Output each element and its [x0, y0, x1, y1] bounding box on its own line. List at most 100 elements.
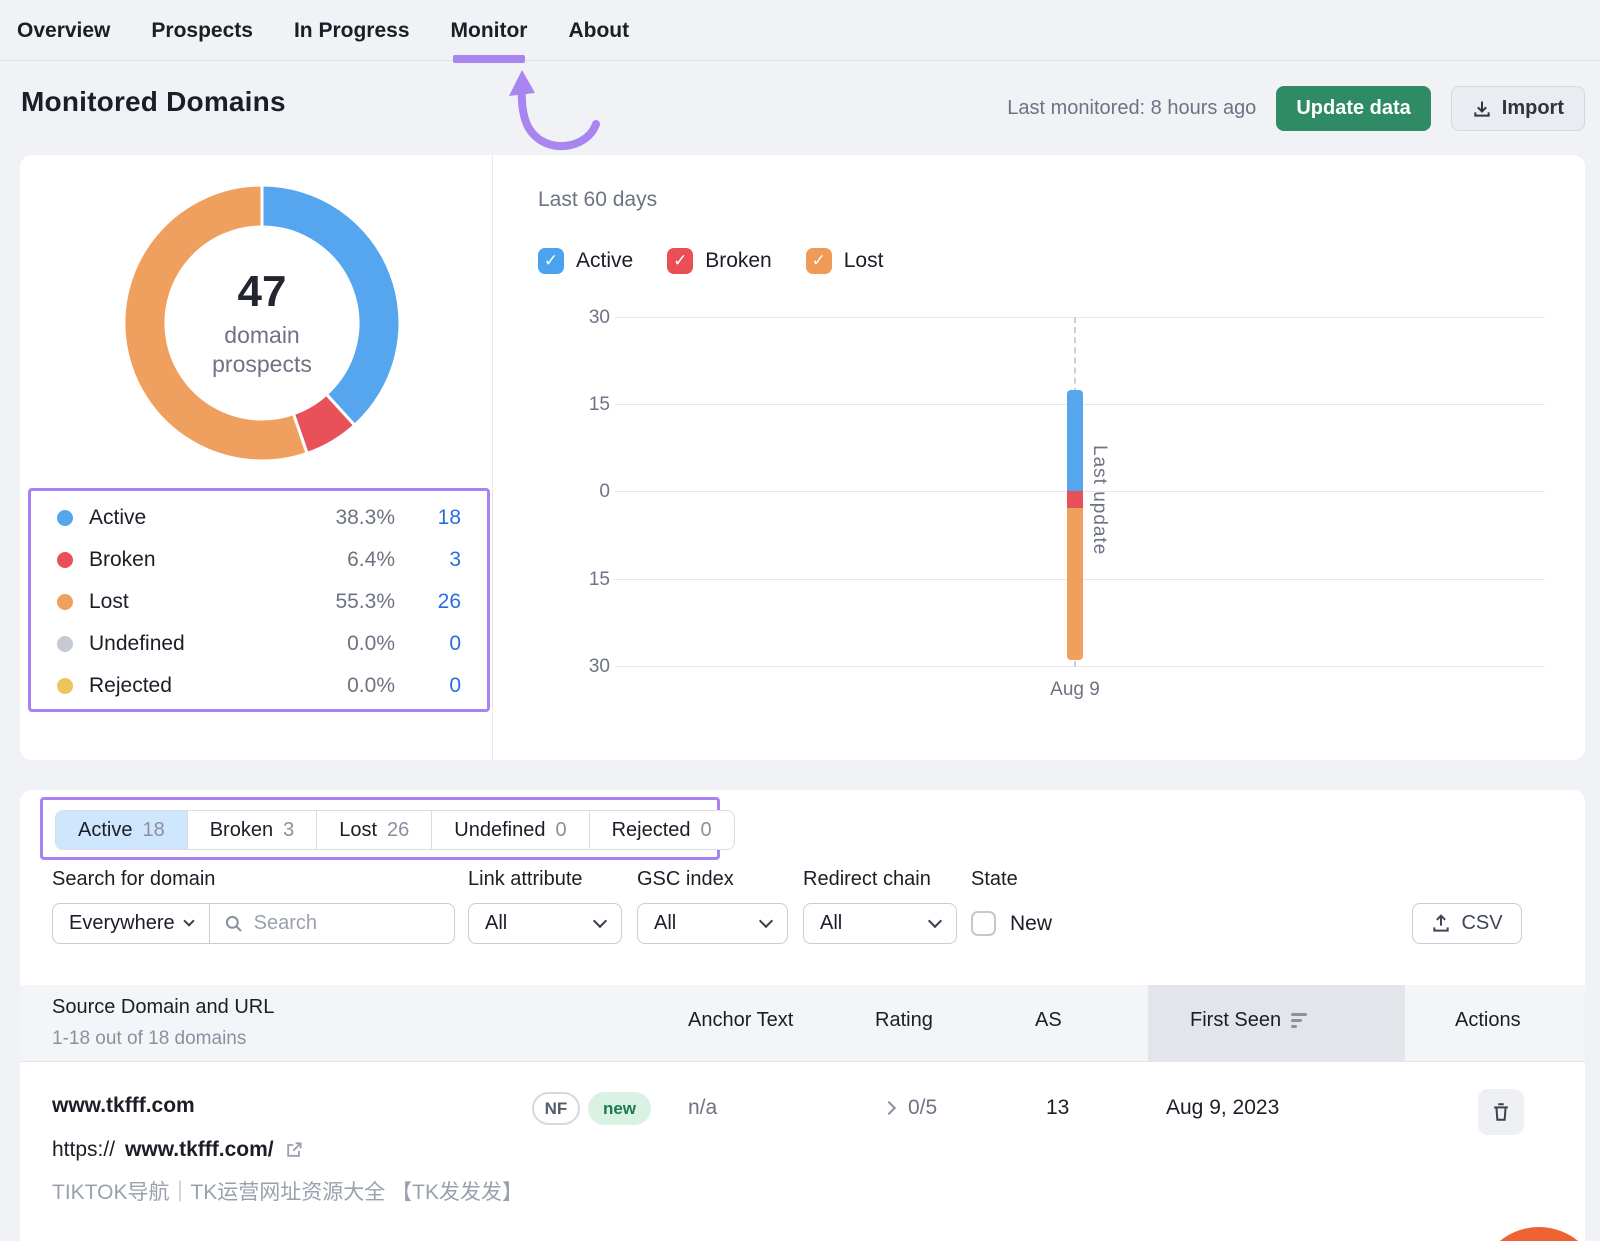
trend-filter-broken[interactable]: Broken — [667, 248, 772, 274]
broken-dot-icon — [57, 552, 73, 568]
tab-count: 0 — [555, 819, 566, 842]
search-icon — [224, 914, 244, 934]
tab-active[interactable]: Active 18 — [56, 811, 188, 849]
row-url-link[interactable]: https://www.tkfff.com/ — [52, 1138, 304, 1162]
trend-filter-active[interactable]: Active — [538, 248, 633, 274]
legend-count-link[interactable]: 0 — [395, 674, 461, 698]
table-row-count: 1-18 out of 18 domains — [52, 1028, 246, 1050]
state-new-checkbox[interactable] — [971, 911, 996, 936]
y-axis-tick: 15 — [568, 394, 610, 416]
tab-monitor[interactable]: Monitor — [451, 0, 528, 61]
gridline — [615, 666, 1545, 667]
row-rating-expander[interactable]: 0/5 — [884, 1096, 937, 1120]
redirect-chain-select[interactable]: All — [803, 903, 957, 944]
delete-row-button[interactable] — [1478, 1089, 1524, 1135]
tab-prospects[interactable]: Prospects — [151, 0, 253, 61]
broken-checkbox[interactable] — [667, 248, 693, 274]
active-checkbox[interactable] — [538, 248, 564, 274]
legend-percent: 38.3% — [275, 506, 395, 530]
search-scope-value: Everywhere — [69, 912, 175, 935]
last-update-annotation: Last update — [1088, 445, 1110, 555]
chevron-down-icon — [928, 914, 942, 928]
y-axis-tick: 30 — [568, 307, 610, 329]
redirect-chain-label: Redirect chain — [803, 868, 931, 891]
legend-row: Lost 55.3% 26 — [31, 581, 487, 623]
last-monitored-text: Last monitored: 8 hours ago — [1007, 97, 1256, 120]
row-first-seen: Aug 9, 2023 — [1166, 1096, 1279, 1120]
checkbox-label: Active — [576, 249, 633, 273]
search-field[interactable] — [210, 912, 454, 935]
status-tabs-highlight-box: Active 18 Broken 3 Lost 26 Undefined 0 R… — [40, 797, 720, 860]
nofollow-badge: NF — [532, 1092, 580, 1125]
trend-filter-lost[interactable]: Lost — [806, 248, 884, 274]
trash-icon — [1490, 1101, 1512, 1123]
bar-segment-lost[interactable] — [1067, 508, 1083, 660]
tab-rejected[interactable]: Rejected 0 — [590, 811, 734, 849]
csv-button-label: CSV — [1461, 912, 1502, 935]
export-csv-button[interactable]: CSV — [1412, 903, 1522, 944]
tab-in-progress[interactable]: In Progress — [294, 0, 410, 61]
sort-descending-icon — [1291, 1013, 1307, 1028]
tab-label: Lost — [339, 819, 377, 842]
url-path: www.tkfff.com/ — [125, 1138, 274, 1162]
active-dot-icon — [57, 510, 73, 526]
gridline — [615, 317, 1545, 318]
page-title: Monitored Domains — [21, 86, 286, 118]
link-attribute-value: All — [485, 912, 507, 935]
y-axis-tick: 15 — [568, 569, 610, 591]
import-button[interactable]: Import — [1451, 86, 1585, 131]
checkbox-label: Lost — [844, 249, 884, 273]
external-link-icon — [284, 1140, 304, 1160]
column-rating: Rating — [875, 1009, 933, 1032]
chevron-down-icon — [183, 915, 194, 926]
tab-broken[interactable]: Broken 3 — [188, 811, 318, 849]
tab-undefined[interactable]: Undefined 0 — [432, 811, 589, 849]
bar-segment-broken[interactable] — [1067, 491, 1083, 508]
update-data-button[interactable]: Update data — [1276, 86, 1430, 131]
legend-row: Broken 6.4% 3 — [31, 539, 487, 581]
tab-about[interactable]: About — [568, 0, 629, 61]
table-header: Source Domain and URL 1-18 out of 18 dom… — [20, 985, 1585, 1062]
checkbox-label: Broken — [705, 249, 772, 273]
y-axis-tick: 30 — [568, 656, 610, 678]
gsc-index-select[interactable]: All — [637, 903, 788, 944]
lost-checkbox[interactable] — [806, 248, 832, 274]
legend-count-link[interactable]: 3 — [395, 548, 461, 572]
row-authority-score: 13 — [1046, 1096, 1069, 1120]
tab-lost[interactable]: Lost 26 — [317, 811, 432, 849]
column-source-domain: Source Domain and URL — [52, 996, 274, 1019]
link-attribute-select[interactable]: All — [468, 903, 622, 944]
state-new-label: New — [1010, 912, 1052, 936]
legend-percent: 55.3% — [275, 590, 395, 614]
tab-label: Rejected — [612, 819, 691, 842]
state-label: State — [971, 868, 1018, 891]
domain-search-group: Everywhere — [52, 903, 455, 944]
legend-percent: 0.0% — [275, 632, 395, 656]
legend-name: Lost — [89, 590, 275, 614]
download-icon — [1472, 99, 1492, 119]
legend-percent: 6.4% — [275, 548, 395, 572]
search-input[interactable] — [254, 912, 394, 935]
tab-overview[interactable]: Overview — [17, 0, 110, 61]
lost-dot-icon — [57, 594, 73, 610]
column-first-seen-sort[interactable]: First Seen — [1190, 1009, 1307, 1032]
legend-count-link[interactable]: 18 — [395, 506, 461, 530]
search-scope-dropdown[interactable]: Everywhere — [53, 904, 210, 943]
legend-count-link[interactable]: 26 — [395, 590, 461, 614]
column-first-seen-label: First Seen — [1190, 1009, 1281, 1032]
column-anchor-text: Anchor Text — [688, 1009, 793, 1032]
chevron-down-icon — [759, 914, 773, 928]
status-tabs: Active 18 Broken 3 Lost 26 Undefined 0 R… — [55, 810, 735, 850]
column-actions: Actions — [1455, 1009, 1521, 1032]
legend-count-link[interactable]: 0 — [395, 632, 461, 656]
export-icon — [1431, 914, 1451, 934]
chevron-down-icon — [593, 914, 607, 928]
redirect-chain-value: All — [820, 912, 842, 935]
legend-name: Undefined — [89, 632, 275, 656]
gsc-index-value: All — [654, 912, 676, 935]
rejected-dot-icon — [57, 678, 73, 694]
tab-count: 26 — [387, 819, 409, 842]
y-axis-tick: 0 — [568, 481, 610, 503]
bar-segment-active[interactable] — [1067, 390, 1083, 491]
legend-name: Active — [89, 506, 275, 530]
